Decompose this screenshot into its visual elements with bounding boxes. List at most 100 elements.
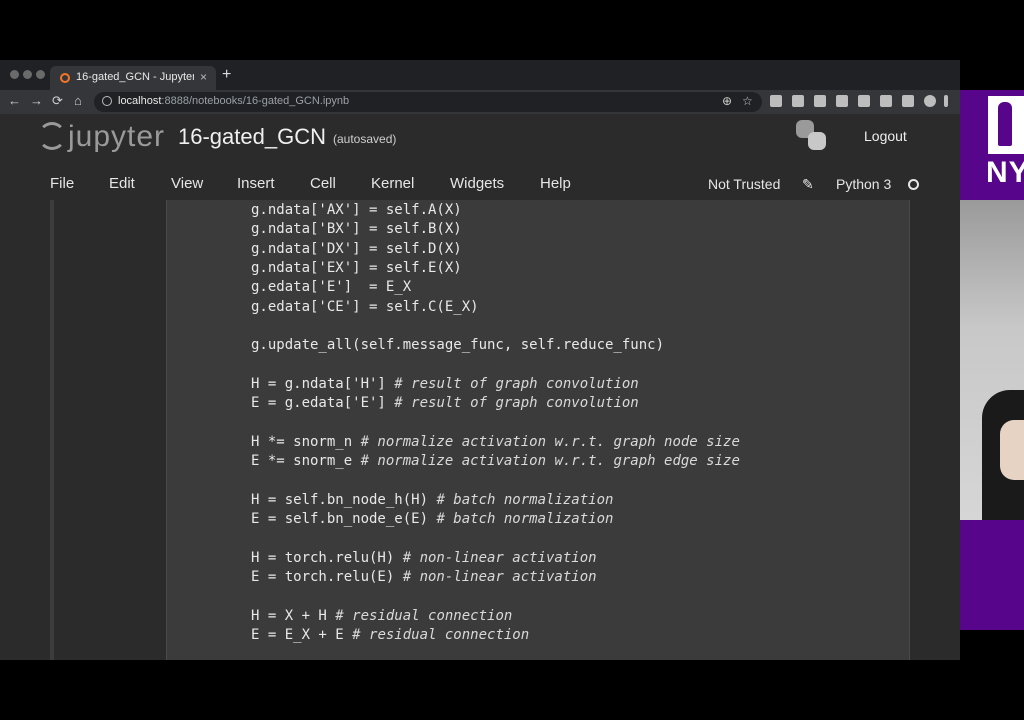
zoom-icon[interactable]: ⊕ [722,94,732,108]
code-line[interactable]: g.edata['E'] = E_X [251,278,740,297]
code-text: H = X + H [251,607,336,624]
code-line[interactable]: E = g.edata['E'] # result of graph convo… [251,394,740,413]
code-line[interactable]: g.ndata['BX'] = self.B(X) [251,220,740,239]
code-comment: # normalize activation w.r.t. graph node… [360,433,740,450]
code-line[interactable]: E = self.bn_node_e(E) # batch normalizat… [251,510,740,529]
home-icon[interactable]: ⌂ [74,93,82,108]
extension-icon[interactable] [836,95,848,107]
menu-edit[interactable]: Edit [109,175,135,192]
window-minimize-dot[interactable] [23,70,32,79]
tab-title: 16-gated_GCN - Jupyter Note [76,71,194,83]
edit-pencil-icon[interactable]: ✎ [802,176,814,193]
side-banner-top: NY [960,90,1024,200]
side-video-feed: NY [960,90,1024,630]
code-text: E *= snorm_e [251,453,361,470]
code-line[interactable] [251,356,740,375]
menu-file[interactable]: File [50,175,74,192]
notebook-container: g.ndata['AX'] = self.A(X) g.ndata['BX'] =… [0,200,960,660]
code-line[interactable]: H = torch.relu(H) # non-linear activatio… [251,549,740,568]
browser-toolbar: ← → ⟳ ⌂ localhost:8888/notebooks/16-gate… [0,90,960,114]
code-line[interactable] [251,530,740,549]
extension-icon[interactable] [858,95,870,107]
code-line[interactable]: g.update_all(self.message_func, self.red… [251,336,740,355]
code-text: g.ndata['AX'] = self.A(X) [251,202,462,218]
code-comment: # residual connection [352,627,530,644]
tab-bar: 16-gated_GCN - Jupyter Note × + [0,60,960,90]
code-line[interactable]: g.ndata['EX'] = self.E(X) [251,259,740,278]
code-line[interactable]: g.edata['CE'] = self.C(E_X) [251,298,740,317]
code-line[interactable]: E = E_X + E # residual connection [251,626,740,645]
menu-kernel[interactable]: Kernel [371,175,414,192]
code-text: H *= snorm_n [251,433,361,450]
code-line[interactable]: H = g.ndata['H'] # result of graph convo… [251,375,740,394]
extension-icon[interactable] [792,95,804,107]
presenter-face [1000,420,1024,480]
address-bar[interactable]: localhost:8888/notebooks/16-gated_GCN.ip… [94,92,762,112]
menu-view[interactable]: View [171,175,203,192]
back-icon[interactable]: ← [8,93,21,108]
code-line[interactable] [251,588,740,607]
code-comment: # batch normalization [436,511,614,528]
site-info-icon[interactable] [102,96,112,106]
code-line[interactable]: H *= snorm_n # normalize activation w.r.… [251,433,740,452]
menu-cell[interactable]: Cell [310,175,336,192]
extension-icon[interactable] [770,95,782,107]
profile-avatar[interactable] [924,95,936,107]
menu-insert[interactable]: Insert [237,175,275,192]
jupyter-logo-icon[interactable] [38,122,66,150]
code-comment: # normalize activation w.r.t. graph edge… [360,453,740,470]
code-comment: # result of graph convolution [394,375,639,392]
code-line[interactable]: g.ndata['DX'] = self.D(X) [251,240,740,259]
code-comment: # batch normalization [436,491,614,508]
code-line[interactable]: E *= snorm_e # normalize activation w.r.… [251,452,740,471]
save-status: (autosaved) [333,132,397,146]
side-banner-bottom [960,520,1024,630]
nyu-logo-text: NY [986,156,1024,189]
extension-icon[interactable] [902,95,914,107]
extension-icon[interactable] [880,95,892,107]
url-text: localhost:8888/notebooks/16-gated_GCN.ip… [118,95,349,107]
code-line[interactable]: E = torch.relu(E) # non-linear activatio… [251,568,740,587]
jupyter-header: jupyter 16-gated_GCN (autosaved) [0,114,960,176]
code-cell[interactable]: g.ndata['AX'] = self.A(X) g.ndata['BX'] =… [166,200,910,660]
code-text: H = self.bn_node_h(H) [251,491,437,508]
new-tab-icon[interactable]: + [222,66,231,84]
code-line[interactable]: H = X + H # residual connection [251,607,740,626]
logout-button[interactable]: Logout [864,128,907,144]
trust-status-button[interactable]: Not Trusted [708,176,780,192]
bookmark-star-icon[interactable]: ☆ [742,94,753,108]
window-maximize-dot[interactable] [36,70,45,79]
code-line[interactable]: H = self.bn_node_h(H) # batch normalizat… [251,491,740,510]
code-text: H = g.ndata['H'] [251,375,395,392]
menu-bar: File Edit View Insert Cell Kernel Widget… [0,170,960,200]
code-editor[interactable]: g.ndata['AX'] = self.A(X) g.ndata['BX'] =… [251,201,740,646]
kernel-name: Python 3 [836,176,892,192]
code-text: g.ndata['EX'] = self.E(X) [251,259,462,276]
code-line[interactable]: g.ndata['AX'] = self.A(X) [251,201,740,220]
torch-icon [998,102,1012,146]
code-text: g.ndata['BX'] = self.B(X) [251,221,462,238]
code-text: g.update_all(self.message_func, self.red… [251,337,665,354]
url-path: :8888/notebooks/16-gated_GCN.ipynb [161,95,350,107]
browser-window: 16-gated_GCN - Jupyter Note × + ← → ⟳ ⌂ … [0,60,960,660]
url-host: localhost [118,95,162,107]
window-close-dot[interactable] [10,70,19,79]
code-comment: # non-linear activation [402,549,597,566]
code-text: E = self.bn_node_e(E) [251,511,437,528]
forward-icon[interactable]: → [30,93,43,108]
code-comment: # non-linear activation [402,569,597,586]
code-line[interactable] [251,472,740,491]
browser-menu-icon[interactable] [944,95,948,107]
jupyter-logo-text[interactable]: jupyter [68,120,165,154]
browser-tab[interactable]: 16-gated_GCN - Jupyter Note × [50,66,216,90]
tab-close-icon[interactable]: × [200,70,207,84]
notebook-title[interactable]: 16-gated_GCN [178,124,326,150]
code-text: g.edata['E'] = E_X [251,279,412,296]
code-line[interactable] [251,317,740,336]
code-comment: # residual connection [335,607,513,624]
menu-widgets[interactable]: Widgets [450,175,504,192]
menu-help[interactable]: Help [540,175,571,192]
extension-icon[interactable] [814,95,826,107]
code-line[interactable] [251,414,740,433]
reload-icon[interactable]: ⟳ [52,93,63,109]
